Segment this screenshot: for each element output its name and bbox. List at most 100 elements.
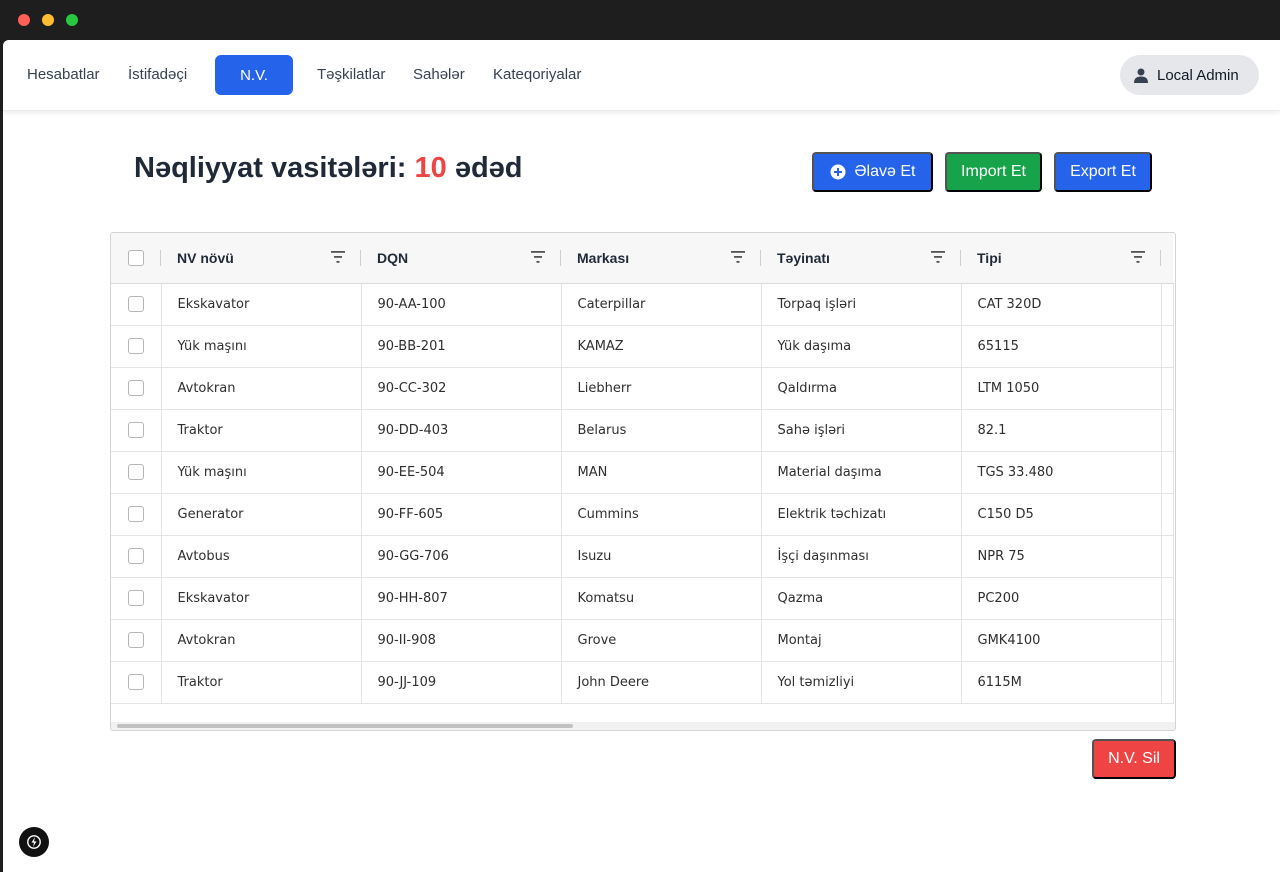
table-cell: Traktor (161, 409, 362, 452)
table-cell: İşçi daşınması (761, 535, 962, 578)
table-cell: Traktor (161, 661, 362, 704)
table-cell: Caterpillar (561, 283, 762, 326)
table-row[interactable]: Traktor 90-DD-403 Belarus Sahə işləri 82.1 (111, 409, 1174, 452)
add-button[interactable]: Əlavə Et (812, 152, 933, 192)
row-select-cell (111, 451, 162, 494)
table-row[interactable]: Traktor 90-JJ-109 John Deere Yol təmizliyi 6… (111, 661, 1174, 704)
table-cell: 90-HH-807 (361, 577, 562, 620)
table-cell: Avtobus (161, 535, 362, 578)
table-cell: Avtokran (161, 367, 362, 410)
row-select-cell (111, 325, 162, 368)
row-checkbox[interactable] (127, 632, 144, 648)
table-cell: Grove (561, 619, 762, 662)
add-button-label: Əlavə Et (854, 163, 916, 180)
table-cell: 90-AA-100 (361, 283, 562, 326)
nav-link-vehicles[interactable]: N.V. (215, 55, 293, 95)
table-cell: Sahə işləri (761, 409, 962, 452)
column-header[interactable]: Markası (561, 233, 761, 284)
row-select-cell (111, 367, 162, 410)
table-cell: MAN (561, 451, 762, 494)
row-select-cell (111, 283, 162, 326)
column-header[interactable]: Tipi (961, 233, 1161, 284)
row-checkbox[interactable] (127, 380, 144, 396)
extra-cell (1161, 661, 1174, 704)
table-row[interactable]: Avtobus 90-GG-706 Isuzu İşçi daşınması NPR 7… (111, 535, 1174, 578)
extra-cell (1161, 325, 1174, 368)
table-cell: 90-CC-302 (361, 367, 562, 410)
column-header[interactable]: Təyinatı (761, 233, 961, 284)
table-cell: 90-JJ-109 (361, 661, 562, 704)
filter-icon[interactable] (731, 251, 745, 263)
row-checkbox[interactable] (127, 296, 144, 312)
nav-link-users[interactable]: İstifadəçi (128, 66, 187, 83)
extra-cell (1161, 577, 1174, 620)
filter-icon[interactable] (531, 251, 545, 263)
table-cell: Cummins (561, 493, 762, 536)
import-button[interactable]: Import Et (945, 152, 1042, 192)
app-window: Hesabatlar İstifadəçi N.V. Təşkilatlar S… (3, 40, 1280, 872)
row-checkbox[interactable] (127, 548, 144, 564)
row-checkbox[interactable] (127, 674, 144, 690)
row-checkbox[interactable] (127, 464, 144, 480)
table-cell: Yük maşını (161, 451, 362, 494)
table-cell: John Deere (561, 661, 762, 704)
export-button[interactable]: Export Et (1054, 152, 1152, 192)
table-cell: TGS 33.480 (961, 451, 1162, 494)
close-window-button[interactable] (18, 14, 30, 26)
maximize-window-button[interactable] (66, 14, 78, 26)
column-header[interactable]: DQN (361, 233, 561, 284)
table-row[interactable]: Yük maşını 90-EE-504 MAN Material daşıma TGS… (111, 451, 1174, 494)
plus-circle-icon (830, 164, 846, 180)
filter-icon[interactable] (331, 251, 345, 263)
scrollbar-thumb[interactable] (117, 724, 573, 728)
row-checkbox[interactable] (127, 506, 144, 522)
filter-icon[interactable] (1131, 251, 1145, 263)
table-cell: Yol təmizliyi (761, 661, 962, 704)
column-header-label: Təyinatı (777, 249, 830, 266)
table-cell: LTM 1050 (961, 367, 1162, 410)
extra-cell (1161, 367, 1174, 410)
table-cell: KAMAZ (561, 325, 762, 368)
filter-icon[interactable] (931, 251, 945, 263)
horizontal-scrollbar[interactable] (111, 722, 1175, 730)
table-cell: GMK4100 (961, 619, 1162, 662)
table-row[interactable]: Yük maşını 90-BB-201 KAMAZ Yük daşıma 65115 (111, 325, 1174, 368)
column-header-label: DQN (377, 249, 409, 266)
column-header-label: NV növü (177, 249, 234, 266)
user-name: Local Admin (1157, 66, 1239, 84)
table-cell: Qazma (761, 577, 962, 620)
extra-cell (1161, 493, 1174, 536)
title-suffix: ədəd (454, 152, 523, 184)
table-row[interactable]: Ekskavator 90-HH-807 Komatsu Qazma PC200 (111, 577, 1174, 620)
table-row[interactable]: Avtokran 90-II-908 Grove Montaj GMK4100 (111, 619, 1174, 662)
nav-link-reports[interactable]: Hesabatlar (27, 66, 100, 83)
user-menu[interactable]: Local Admin (1120, 55, 1259, 95)
table-cell: Belarus (561, 409, 762, 452)
window-titlebar (0, 0, 1280, 40)
select-all-checkbox[interactable] (128, 250, 144, 267)
delete-vehicle-button[interactable]: N.V. Sil (1092, 739, 1176, 779)
column-header[interactable]: NV növü (161, 233, 361, 284)
row-select-cell (111, 577, 162, 620)
row-checkbox[interactable] (127, 590, 144, 606)
table-row[interactable]: Avtokran 90-CC-302 Liebherr Qaldırma LTM 105… (111, 367, 1174, 410)
nav-link-areas[interactable]: Sahələr (413, 66, 465, 83)
minimize-window-button[interactable] (42, 14, 54, 26)
table-cell: 6115M (961, 661, 1162, 704)
table-cell: 90-II-908 (361, 619, 562, 662)
table-row[interactable]: Generator 90-FF-605 Cummins Elektrik təchiz… (111, 493, 1174, 536)
table-cell: 90-BB-201 (361, 325, 562, 368)
table-cell: Ekskavator (161, 283, 362, 326)
table-cell: Avtokran (161, 619, 362, 662)
table-row[interactable]: Ekskavator 90-AA-100 Caterpillar Torpaq işl… (111, 283, 1174, 326)
table-cell: Komatsu (561, 577, 762, 620)
vehicles-table: NV növü DQN Markası Təyinatı Tipi Ekskav… (110, 232, 1176, 731)
row-checkbox[interactable] (127, 338, 144, 354)
row-select-cell (111, 493, 162, 536)
nav-link-organizations[interactable]: Təşkilatlar (317, 66, 385, 83)
dev-tools-badge[interactable] (19, 827, 49, 857)
table-cell: Liebherr (561, 367, 762, 410)
extra-cell (1161, 409, 1174, 452)
row-checkbox[interactable] (127, 422, 144, 438)
nav-link-categories[interactable]: Kateqoriyalar (493, 66, 581, 83)
